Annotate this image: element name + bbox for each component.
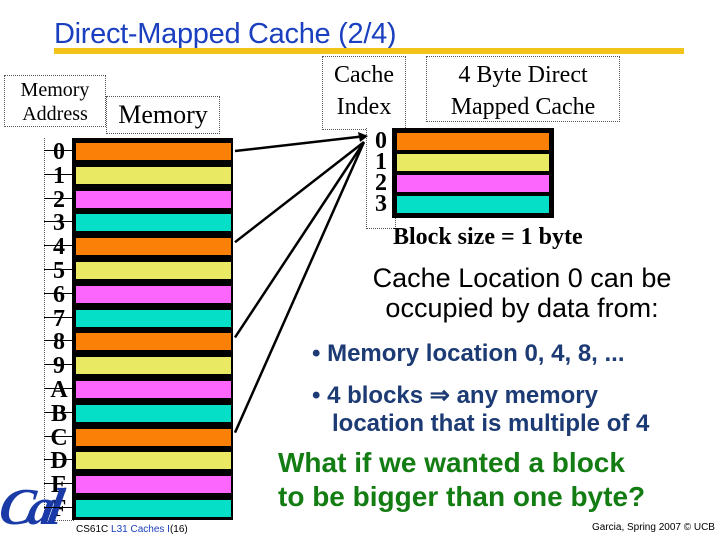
footer-course: CS61C L31 Caches I(16) [76, 524, 188, 535]
memory-address: A [50, 377, 68, 403]
memory-row [76, 262, 231, 279]
address-tick-line [44, 364, 76, 366]
cache-location-heading: Cache Location 0 can be occupied by data… [332, 263, 712, 323]
footer-credit: Garcia, Spring 2007 © UCB [592, 522, 715, 533]
memory-row [76, 428, 231, 446]
address-tick-line [44, 221, 76, 223]
memory-address: B [50, 400, 67, 427]
bullet-four-blocks: • 4 blocks ⇒ any memory location that is… [312, 382, 649, 438]
slide-title: Direct-Mapped Cache (2/4) [54, 18, 397, 50]
cache-row [397, 196, 549, 213]
memory-row [76, 166, 231, 184]
cache-title: 4 Byte Direct Mapped Cache [426, 56, 620, 122]
memory-row [76, 214, 231, 232]
memory-address: 1 [53, 162, 65, 189]
bullet-dot: • [312, 382, 328, 409]
address-tick-line [44, 483, 76, 485]
memory-address: D [50, 448, 68, 475]
memory-row [76, 404, 231, 422]
cache-row [397, 133, 549, 150]
address-tick-line [44, 507, 76, 508]
question-text: What if we wanted a block to be bigger t… [278, 446, 645, 514]
memory-row [76, 309, 231, 327]
memory-row [76, 381, 231, 398]
memory-address: 0 [53, 139, 65, 165]
footer-page: (16) [169, 524, 188, 535]
cache-row [397, 175, 549, 192]
question-line2: to be bigger than one byte? [278, 481, 646, 512]
address-tick-line [44, 435, 76, 437]
cache-index: 3 [375, 191, 387, 217]
memory-row [76, 500, 231, 517]
bullet-text-line2: location that is multiple of 4 [332, 410, 650, 437]
address-tick-line [44, 292, 76, 294]
memory-address: 5 [53, 258, 65, 284]
footer-lecture: L31 Caches I [111, 524, 170, 535]
mapping-arrow-4 [234, 141, 365, 244]
bullet-text-line1: 4 blocks ⇒ any memory [327, 382, 598, 409]
memory-address-label-line2: Address [22, 103, 88, 125]
cache-index-label-line1: Cache [334, 62, 394, 88]
memory-address-label: Memory Address [4, 75, 106, 127]
address-tick-line [44, 388, 76, 389]
memory-row [76, 357, 231, 375]
bullet-dot: • [312, 340, 328, 367]
cache-location-heading-line1: Cache Location 0 can be [372, 263, 672, 293]
memory-label: Memory [106, 96, 220, 134]
cache-location-heading-line2: occupied by data from: [385, 293, 659, 323]
footer-course-code: CS61C [76, 524, 109, 535]
title-underline [54, 48, 684, 54]
memory-address: 6 [53, 281, 65, 308]
memory-row [76, 190, 231, 208]
memory-address: 7 [53, 305, 65, 332]
memory-row [76, 285, 231, 303]
address-tick-line [44, 173, 76, 175]
address-tick-line [44, 150, 76, 151]
mapping-arrow-0 [234, 134, 367, 153]
address-tick-line [44, 197, 76, 199]
address-tick-line [44, 340, 76, 342]
memory-row [76, 476, 231, 494]
memory-address: 9 [53, 353, 65, 380]
memory-address: 3 [53, 210, 65, 237]
address-tick-line [44, 269, 76, 270]
address-tick-line [44, 245, 76, 247]
cache-title-line1: 4 Byte Direct [458, 62, 588, 88]
memory-row [76, 333, 231, 351]
memory-block [72, 138, 233, 520]
memory-address: C [50, 424, 68, 451]
memory-row [76, 238, 231, 256]
memory-address-label-line1: Memory [20, 79, 90, 101]
memory-address: 2 [53, 186, 65, 213]
cal-logo: Cal [0, 479, 63, 536]
address-tick-line [44, 459, 76, 461]
memory-address-column: 0123456789ABCDEF [44, 138, 74, 521]
cache-index-label: Cache Index [322, 56, 406, 130]
memory-address: 4 [53, 234, 65, 261]
cache-block [392, 128, 554, 218]
block-size-label: Block size = 1 byte [393, 224, 583, 250]
memory-address: 8 [53, 329, 65, 356]
address-tick-line [44, 316, 76, 318]
cache-row [397, 154, 549, 171]
cache-index-label-line2: Index [336, 94, 392, 120]
bullet-text: Memory location 0, 4, 8, ... [327, 340, 625, 367]
question-line1: What if we wanted a block [278, 447, 625, 478]
bullet-memory-locations: • Memory location 0, 4, 8, ... [312, 340, 625, 368]
memory-row [76, 143, 231, 160]
memory-row [76, 452, 231, 470]
address-tick-line [44, 411, 76, 413]
cache-title-line2: Mapped Cache [450, 94, 596, 120]
